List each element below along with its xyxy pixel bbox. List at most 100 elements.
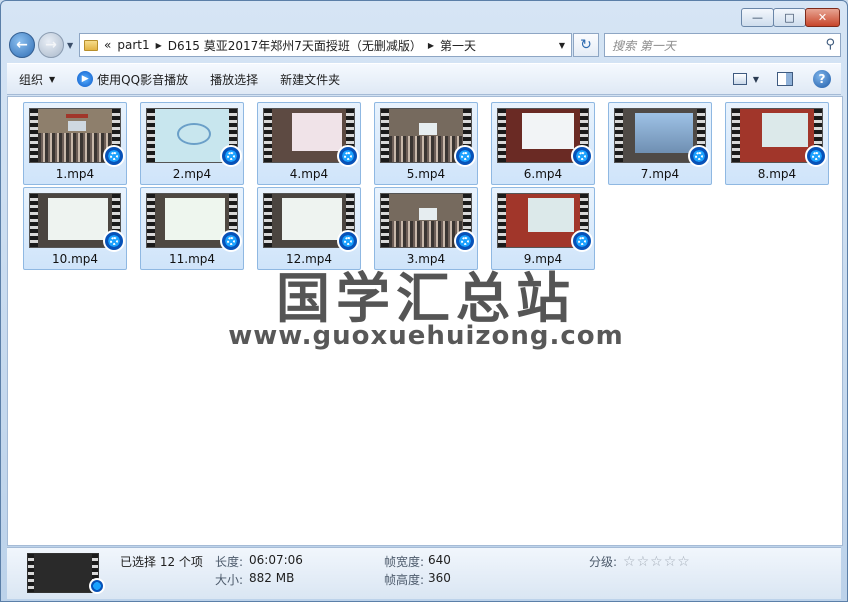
play-selection-label: 播放选择 — [210, 72, 259, 87]
thumbnail-scene — [272, 109, 346, 162]
length-value: 06:07:06 — [249, 553, 303, 567]
new-folder-label: 新建文件夹 — [280, 72, 341, 87]
size-label: 大小: — [215, 573, 244, 587]
search-input[interactable]: 搜索 第一天 ⚲ — [604, 33, 841, 57]
thumbnail-scene — [740, 109, 814, 162]
organize-label: 组织 — [19, 72, 44, 87]
file-item[interactable]: 4.mp4 — [257, 102, 361, 185]
help-icon[interactable]: ? — [813, 70, 831, 88]
film-strip — [381, 194, 389, 247]
navigation-bar: ← → ▼ « part1 ▶ D615 莫亚2017年郑州7天面授班（无删减版… — [7, 31, 841, 59]
breadcrumb-day1[interactable]: 第一天 — [440, 37, 476, 54]
file-list[interactable]: 9.mp4 3.mp4 12.mp4 11.mp4 10.mp4 8.mp4 7.mp4 6.… — [7, 96, 843, 546]
star-icon[interactable]: ☆ — [637, 554, 651, 570]
qq-video-icon — [454, 230, 476, 252]
chevron-right-icon[interactable]: ▶ — [428, 41, 434, 50]
qq-play-button[interactable]: ▶ 使用QQ影音播放 — [77, 71, 188, 88]
qq-video-icon — [337, 230, 359, 252]
change-view-icon[interactable] — [732, 73, 747, 85]
star-icon[interactable]: ☆ — [623, 554, 637, 570]
film-strip — [264, 194, 272, 247]
breadcrumb-overflow[interactable]: « — [104, 38, 111, 52]
video-badge-icon — [89, 578, 105, 594]
qq-video-icon — [805, 145, 827, 167]
play-selection-button[interactable]: 播放选择 — [210, 71, 258, 88]
qq-video-icon — [337, 145, 359, 167]
breadcrumb-course[interactable]: D615 莫亚2017年郑州7天面授班（无删减版） — [168, 37, 422, 54]
film-strip — [28, 554, 34, 592]
frame-width-label: 帧宽度: — [384, 555, 425, 569]
file-name: 8.mp4 — [757, 167, 797, 181]
film-strip — [498, 109, 506, 162]
qq-video-icon — [571, 145, 593, 167]
thumbnail-scene — [506, 109, 580, 162]
folder-icon — [84, 39, 98, 51]
frame-height-label: 帧高度: — [384, 573, 425, 587]
thumbnail-scene — [623, 109, 697, 162]
thumbnail-scene — [155, 109, 229, 162]
refresh-icon: ↻ — [580, 37, 592, 53]
address-bar[interactable]: « part1 ▶ D615 莫亚2017年郑州7天面授班（无删减版） ▶ 第一… — [79, 33, 572, 57]
command-bar: 组织 ▼ ▶ 使用QQ影音播放 播放选择 新建文件夹 ▼ ? — [7, 63, 841, 95]
film-strip — [732, 109, 740, 162]
preview-pane-icon[interactable] — [777, 72, 793, 86]
file-item[interactable]: 2.mp4 — [140, 102, 244, 185]
qq-video-icon — [571, 230, 593, 252]
file-name: 1.mp4 — [55, 167, 95, 181]
address-dropdown-icon[interactable]: ▼ — [559, 41, 565, 50]
thumbnail-scene — [389, 194, 463, 247]
file-item[interactable]: 1.mp4 — [23, 102, 127, 185]
file-name: 6.mp4 — [523, 167, 563, 181]
thumbnail-scene — [155, 194, 229, 247]
thumbnail-scene — [38, 194, 112, 247]
caption-buttons: — □ ✕ — [741, 8, 840, 27]
forward-button[interactable]: → — [38, 32, 64, 58]
breadcrumb-part1[interactable]: part1 — [117, 38, 149, 52]
film-strip — [30, 109, 38, 162]
file-item[interactable]: 5.mp4 — [374, 102, 478, 185]
close-button[interactable]: ✕ — [805, 8, 840, 27]
file-name: 4.mp4 — [289, 167, 329, 181]
view-controls: ▼ ? — [732, 70, 831, 88]
organize-menu[interactable]: 组织 ▼ — [19, 71, 55, 88]
rating-stars[interactable]: ☆☆☆☆☆ — [623, 554, 691, 570]
qq-video-icon — [220, 145, 242, 167]
frame-height-value: 360 — [428, 571, 451, 585]
arrow-right-icon: → — [45, 37, 57, 53]
search-icon[interactable]: ⚲ — [825, 37, 835, 52]
thumbnail-scene — [389, 109, 463, 162]
file-item[interactable]: 7.mp4 — [608, 102, 712, 185]
file-item[interactable]: 8.mp4 — [725, 102, 829, 185]
thumbnail-scene — [38, 109, 112, 162]
file-name: 7.mp4 — [640, 167, 680, 181]
search-placeholder: 搜索 第一天 — [612, 38, 676, 53]
minimize-button[interactable]: — — [741, 8, 774, 27]
qq-video-icon — [220, 230, 242, 252]
back-button[interactable]: ← — [9, 32, 35, 58]
selection-count: 已选择 12 个项 — [120, 555, 203, 569]
thumbnail-scene — [272, 194, 346, 247]
view-dropdown-icon[interactable]: ▼ — [753, 75, 759, 84]
file-name: 2.mp4 — [172, 167, 212, 181]
file-item[interactable]: 6.mp4 — [491, 102, 595, 185]
frame-width-value: 640 — [428, 553, 451, 567]
chevron-right-icon[interactable]: ▶ — [156, 41, 162, 50]
star-icon[interactable]: ☆ — [650, 554, 664, 570]
qq-video-icon — [103, 230, 125, 252]
film-strip — [147, 194, 155, 247]
explorer-window: — □ ✕ ← → ▼ « part1 ▶ D615 莫亚2017年郑州7天面授… — [0, 0, 848, 602]
star-icon[interactable]: ☆ — [664, 554, 678, 570]
maximize-button[interactable]: □ — [773, 8, 806, 27]
new-folder-button[interactable]: 新建文件夹 — [280, 71, 340, 88]
refresh-button[interactable]: ↻ — [573, 33, 599, 57]
recent-pages-dropdown[interactable]: ▼ — [67, 41, 76, 50]
film-strip — [498, 194, 506, 247]
qq-video-icon — [103, 145, 125, 167]
qq-play-label: 使用QQ影音播放 — [97, 72, 189, 87]
star-icon[interactable]: ☆ — [677, 554, 691, 570]
length-label: 长度: — [215, 555, 244, 569]
thumbnail-scene — [506, 194, 580, 247]
size-value: 882 MB — [249, 571, 295, 585]
watermark-url: www.guoxuehuizong.com — [228, 321, 624, 351]
qq-player-icon: ▶ — [77, 71, 94, 87]
